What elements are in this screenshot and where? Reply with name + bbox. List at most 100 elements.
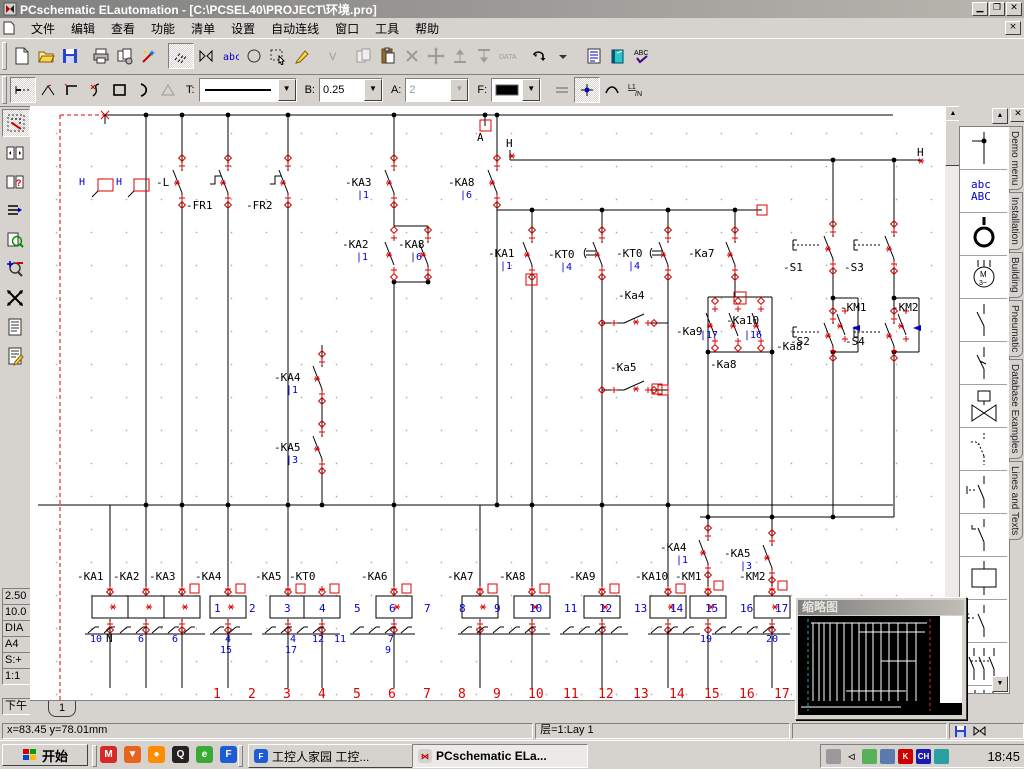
- maxthon-icon[interactable]: M: [100, 746, 117, 763]
- chevron-down-icon[interactable]: ▼: [522, 79, 540, 101]
- zoom-page-button[interactable]: [2, 227, 28, 253]
- lines-button[interactable]: [168, 43, 194, 69]
- corner-button[interactable]: [60, 78, 84, 102]
- list-button[interactable]: [582, 44, 606, 68]
- data-button[interactable]: DATA: [496, 44, 520, 68]
- delete-button[interactable]: [400, 44, 424, 68]
- sidebar-tab-building[interactable]: Building: [1009, 252, 1023, 298]
- palette-scroll-up-icon[interactable]: ▲: [992, 108, 1008, 124]
- menu-lines-button[interactable]: [2, 198, 28, 224]
- capture-icon[interactable]: [934, 749, 949, 764]
- pan-button[interactable]: [2, 285, 28, 311]
- reference-button[interactable]: ?: [2, 169, 28, 195]
- menu-item-9[interactable]: 工具: [367, 18, 407, 39]
- doc-list-button[interactable]: [2, 314, 28, 340]
- pages-button[interactable]: [2, 140, 28, 166]
- undo-drop-button[interactable]: [551, 44, 575, 68]
- menu-item-2[interactable]: 编辑: [63, 18, 103, 39]
- pencil-button[interactable]: [290, 44, 314, 68]
- book-button[interactable]: [606, 44, 630, 68]
- rect-button[interactable]: [108, 78, 132, 102]
- sidebar-tab-pneumatic[interactable]: Pneumatic: [1009, 300, 1023, 357]
- chevron-down-icon[interactable]: ▼: [364, 79, 382, 101]
- menu-item-10[interactable]: 帮助: [407, 18, 447, 39]
- volume-icon[interactable]: ◁: [844, 749, 859, 764]
- raise-button[interactable]: [448, 44, 472, 68]
- firefox-icon[interactable]: F: [220, 746, 237, 763]
- sidebar-tab-database-examples[interactable]: Database Examples: [1009, 359, 1023, 459]
- start-button[interactable]: 开始: [2, 744, 88, 766]
- fireball-icon[interactable]: ●: [148, 746, 165, 763]
- parallel-button[interactable]: [550, 78, 574, 102]
- qq-icon[interactable]: Q: [172, 746, 189, 763]
- spellcheck-button[interactable]: ABC: [630, 44, 654, 68]
- symbol-text-abc[interactable]: abcABC: [960, 170, 1007, 213]
- document-icon[interactable]: [3, 21, 19, 35]
- symbol-contact-no[interactable]: [960, 299, 1007, 342]
- thumbnail-title[interactable]: 缩略图: [798, 600, 964, 615]
- chevron-down-icon[interactable]: ▼: [278, 79, 296, 101]
- network-icon[interactable]: [880, 749, 895, 764]
- update-icon[interactable]: [862, 749, 877, 764]
- doc-edit-button[interactable]: [2, 343, 28, 369]
- taskbar-task-2[interactable]: ⋈PCschematic ELa...: [412, 744, 588, 768]
- thumbnail-window[interactable]: 缩略图: [795, 597, 967, 720]
- symbol-lamp[interactable]: [960, 213, 1007, 256]
- menu-item-8[interactable]: 窗口: [327, 18, 367, 39]
- symbol-coil[interactable]: [960, 557, 1007, 600]
- arc-button[interactable]: [132, 78, 156, 102]
- symbols-button[interactable]: [194, 44, 218, 68]
- open-button[interactable]: [34, 44, 58, 68]
- toolbar-grip[interactable]: [2, 42, 7, 70]
- copy-button[interactable]: [352, 44, 376, 68]
- undo-button[interactable]: [527, 44, 551, 68]
- zoom-inout-button[interactable]: [2, 256, 28, 282]
- save-button[interactable]: [58, 44, 82, 68]
- menu-item-7[interactable]: 自动连线: [263, 18, 327, 39]
- sidebar-close-icon[interactable]: ✕: [1010, 108, 1024, 122]
- symbol-contact-break[interactable]: [960, 342, 1007, 385]
- parrot-icon[interactable]: e: [196, 746, 213, 763]
- toolbar-grip[interactable]: [2, 76, 7, 104]
- symbol-contact-push-b[interactable]: [960, 600, 1007, 643]
- area-button[interactable]: [266, 44, 290, 68]
- print-button[interactable]: [89, 44, 113, 68]
- symbol-contact-push[interactable]: [960, 471, 1007, 514]
- close-button[interactable]: ✕: [1006, 2, 1022, 16]
- move-button[interactable]: [424, 44, 448, 68]
- page-tab-1[interactable]: 1: [48, 701, 76, 717]
- thumbnail-view[interactable]: [798, 616, 940, 715]
- symbol-valve[interactable]: [960, 385, 1007, 428]
- sidebar-tab-installation[interactable]: Installation: [1009, 192, 1023, 250]
- v-tool-button[interactable]: V: [321, 44, 345, 68]
- symbol-contact-step[interactable]: [960, 428, 1007, 471]
- symbol-wire-junction[interactable]: [960, 127, 1007, 170]
- menu-item-4[interactable]: 功能: [143, 18, 183, 39]
- wand-button[interactable]: [137, 44, 161, 68]
- restore-button[interactable]: ❐: [989, 2, 1005, 16]
- poly-line-button[interactable]: [36, 78, 60, 102]
- seg-line-button[interactable]: [10, 77, 36, 103]
- minimize-button[interactable]: ▁: [972, 2, 988, 16]
- color-select[interactable]: ▼: [491, 78, 541, 102]
- line-width-select[interactable]: 0.25 ▼: [319, 78, 383, 102]
- menu-item-1[interactable]: 文件: [23, 18, 63, 39]
- grid-button[interactable]: [2, 109, 30, 137]
- triangle-button[interactable]: [156, 78, 180, 102]
- device-icon[interactable]: [826, 749, 841, 764]
- text-button[interactable]: abc: [218, 44, 242, 68]
- junction-button[interactable]: [574, 77, 600, 103]
- menu-item-5[interactable]: 清单: [183, 18, 223, 39]
- copy-page-button[interactable]: [113, 44, 137, 68]
- new-button[interactable]: [10, 44, 34, 68]
- input-method-badge[interactable]: CH: [916, 749, 931, 764]
- lower-button[interactable]: [472, 44, 496, 68]
- angle-select[interactable]: 2 ▼: [405, 78, 469, 102]
- flashget-icon[interactable]: ▼: [124, 746, 141, 763]
- l1n-button[interactable]: L1/N: [624, 78, 648, 102]
- line-type-select[interactable]: ▼: [199, 78, 297, 102]
- menu-item-3[interactable]: 查看: [103, 18, 143, 39]
- child-close-button[interactable]: ×: [1005, 21, 1021, 35]
- kaspersky-icon[interactable]: K: [898, 749, 913, 764]
- sidebar-tab-demo-menu[interactable]: Demo menu: [1009, 126, 1023, 190]
